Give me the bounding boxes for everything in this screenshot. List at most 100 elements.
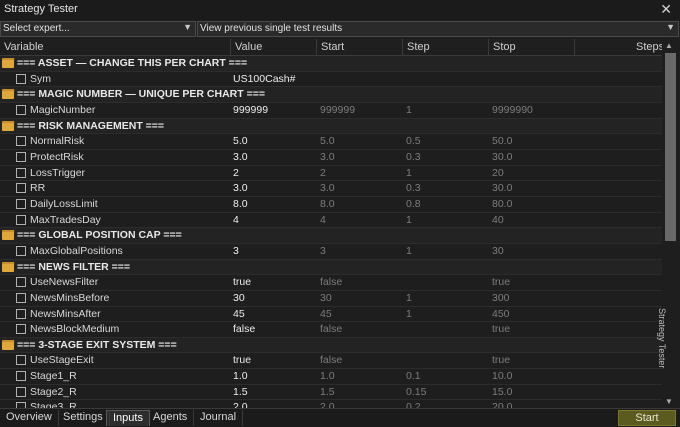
param-value[interactable]: 8.0 [233, 198, 248, 210]
param-start[interactable]: 3.0 [320, 182, 335, 194]
tab-overview[interactable]: Overview [0, 410, 59, 426]
group-row[interactable]: === NEWS FILTER === [0, 259, 662, 276]
param-stop[interactable]: 15.0 [492, 386, 512, 398]
param-row[interactable]: NormalRisk 5.0 5.0 0.5 50.0 [0, 134, 662, 150]
optimize-checkbox[interactable] [16, 104, 26, 115]
param-stop[interactable]: true [492, 276, 510, 288]
scroll-up-icon[interactable]: ▲ [665, 41, 673, 50]
optimize-checkbox[interactable] [16, 151, 26, 162]
optimize-checkbox[interactable] [16, 214, 26, 225]
param-start[interactable]: 45 [320, 308, 332, 320]
param-start[interactable]: 2 [320, 167, 326, 179]
param-stop[interactable]: 10.0 [492, 370, 512, 382]
param-stop[interactable]: 30 [492, 245, 504, 257]
param-row[interactable]: NewsMinsBefore 30 30 1 300 [0, 291, 662, 307]
scrollbar-thumb[interactable] [665, 53, 676, 241]
param-row[interactable]: MagicNumber 999999 999999 1 9999990 [0, 103, 662, 119]
param-start[interactable]: false [320, 323, 342, 335]
param-row[interactable]: UseStageExit true false true [0, 353, 662, 370]
param-start[interactable]: 3 [320, 245, 326, 257]
column-stop[interactable]: Stop [493, 41, 516, 53]
group-row[interactable]: === 3-STAGE EXIT SYSTEM === [0, 337, 662, 354]
param-stop[interactable]: 20 [492, 167, 504, 179]
param-value[interactable]: 5.0 [233, 135, 248, 147]
tab-journal[interactable]: Journal [194, 410, 244, 426]
param-value[interactable]: 4 [233, 214, 239, 226]
param-row[interactable]: NewsMinsAfter 45 45 1 450 [0, 307, 662, 323]
param-start[interactable]: false [320, 354, 342, 366]
param-step[interactable]: 0.3 [406, 151, 421, 163]
param-start[interactable]: 999999 [320, 104, 355, 116]
close-icon[interactable]: ✕ [660, 1, 672, 17]
param-row[interactable]: UseNewsFilter true false true [0, 275, 662, 291]
param-step[interactable]: 0.1 [406, 370, 421, 382]
param-row[interactable]: DailyLossLimit 8.0 8.0 0.8 80.0 [0, 197, 662, 213]
column-value[interactable]: Value [235, 41, 262, 53]
param-step[interactable]: 1 [406, 292, 412, 304]
column-variable[interactable]: Variable [4, 41, 44, 53]
param-start[interactable]: false [320, 276, 342, 288]
param-row[interactable]: LossTrigger 2 2 1 20 [0, 166, 662, 182]
param-start[interactable]: 1.0 [320, 370, 335, 382]
param-step[interactable]: 0.15 [406, 386, 426, 398]
column-divider[interactable] [488, 39, 489, 55]
param-value[interactable]: 1.5 [233, 386, 248, 398]
side-panel-label[interactable]: Strategy Tester [657, 300, 680, 400]
param-row[interactable]: MaxTradesDay 4 4 1 40 [0, 213, 662, 229]
group-row[interactable]: === RISK MANAGEMENT === [0, 118, 662, 135]
param-step[interactable]: 1 [406, 167, 412, 179]
param-value[interactable]: true [233, 354, 251, 366]
optimize-checkbox[interactable] [16, 73, 26, 84]
tab-inputs[interactable]: Inputs [106, 410, 150, 426]
param-step[interactable]: 0.3 [406, 182, 421, 194]
param-row[interactable]: Sym US100Cash# [0, 72, 662, 88]
param-row[interactable]: NewsBlockMedium false false true [0, 322, 662, 338]
group-row[interactable]: === GLOBAL POSITION CAP === [0, 228, 662, 244]
param-start[interactable]: 8.0 [320, 198, 335, 210]
param-step[interactable]: 1 [406, 245, 412, 257]
optimize-checkbox[interactable] [16, 371, 26, 382]
param-stop[interactable]: 50.0 [492, 135, 512, 147]
param-value[interactable]: 3.0 [233, 151, 248, 163]
param-value[interactable]: 1.0 [233, 370, 248, 382]
param-stop[interactable]: 9999990 [492, 104, 533, 116]
param-stop[interactable]: 30.0 [492, 182, 512, 194]
optimize-checkbox[interactable] [16, 386, 26, 397]
param-value[interactable]: 30 [233, 292, 245, 304]
start-button[interactable]: Start [618, 410, 676, 426]
param-row[interactable]: Stage2_R 1.5 1.5 0.15 15.0 [0, 385, 662, 401]
optimize-checkbox[interactable] [16, 308, 26, 319]
param-value[interactable]: false [233, 323, 255, 335]
mode-select[interactable]: View previous single test results ▼ [197, 21, 679, 37]
param-value[interactable]: 3 [233, 245, 239, 257]
param-stop[interactable]: 40 [492, 214, 504, 226]
column-divider[interactable] [574, 39, 575, 55]
param-value[interactable]: 3.0 [233, 182, 248, 194]
column-step[interactable]: Step [407, 41, 430, 53]
optimize-checkbox[interactable] [16, 198, 26, 209]
param-start[interactable]: 5.0 [320, 135, 335, 147]
column-divider[interactable] [402, 39, 403, 55]
param-value[interactable]: 45 [233, 308, 245, 320]
param-step[interactable]: 1 [406, 214, 412, 226]
optimize-checkbox[interactable] [16, 245, 26, 256]
param-row[interactable]: Stage3_R 2.0 2.0 0.2 20.0 [0, 400, 662, 408]
column-divider[interactable] [316, 39, 317, 55]
optimize-checkbox[interactable] [16, 292, 26, 303]
group-row[interactable]: === MAGIC NUMBER — UNIQUE PER CHART === [0, 87, 662, 103]
param-start[interactable]: 4 [320, 214, 326, 226]
column-divider[interactable] [230, 39, 231, 55]
param-stop[interactable]: 450 [492, 308, 510, 320]
param-value[interactable]: 999999 [233, 104, 268, 116]
expert-select[interactable]: Select expert... ▼ [0, 21, 196, 37]
optimize-checkbox[interactable] [16, 277, 26, 288]
param-stop[interactable]: true [492, 354, 510, 366]
param-step[interactable]: 0.5 [406, 135, 421, 147]
param-row[interactable]: ProtectRisk 3.0 3.0 0.3 30.0 [0, 150, 662, 166]
param-step[interactable]: 0.8 [406, 198, 421, 210]
optimize-checkbox[interactable] [16, 167, 26, 178]
param-value[interactable]: true [233, 276, 251, 288]
optimize-checkbox[interactable] [16, 355, 26, 366]
param-stop[interactable]: 80.0 [492, 198, 512, 210]
param-stop[interactable]: true [492, 323, 510, 335]
